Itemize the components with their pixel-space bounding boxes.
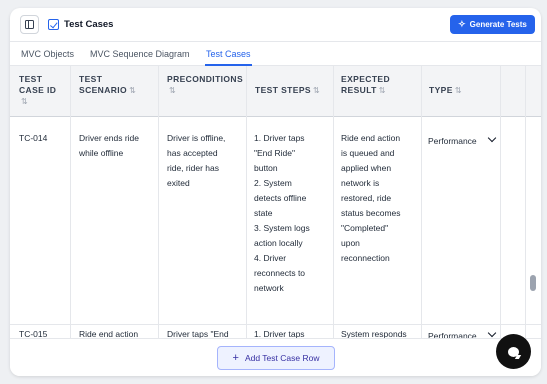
column-header-expected-result[interactable]: EXPECTED RESULT ⇅ [341, 74, 390, 96]
sidebar-toggle-icon[interactable] [20, 15, 39, 34]
chat-bubble-icon [508, 346, 519, 357]
column-divider [421, 66, 422, 338]
test-cases-table: TEST CASE ID ⇅ TEST SCENARIO ⇅ PRECONDITI… [10, 66, 541, 338]
sort-icon[interactable]: ⇅ [379, 86, 386, 95]
magic-wand-icon: ✧ [458, 19, 466, 29]
expected-result-cell[interactable]: Ride end action is queued and applied whe… [341, 131, 401, 266]
test-scenario-cell[interactable]: Driver ends ride while offline [79, 131, 139, 161]
row-divider [10, 324, 541, 325]
column-header-type[interactable]: TYPE ⇅ [429, 85, 462, 96]
plus-icon: + [232, 351, 239, 364]
add-test-case-row-button[interactable]: + Add Test Case Row [217, 346, 335, 370]
generate-tests-button[interactable]: ✧ Generate Tests [450, 15, 535, 34]
panel-header: Test Cases ✧ Generate Tests [10, 8, 541, 42]
column-divider [70, 66, 71, 338]
chat-launcher-button[interactable] [496, 334, 531, 369]
sort-icon[interactable]: ⇅ [169, 86, 176, 95]
test-steps-cell[interactable]: 1. Driver taps "End Ride" button 2. System… [254, 131, 310, 296]
expected-result-cell[interactable]: System responds [341, 327, 407, 338]
tab-test-cases[interactable]: Test Cases [205, 49, 252, 66]
chevron-down-icon[interactable] [487, 328, 497, 338]
test-steps-cell[interactable]: 1. Driver taps [254, 327, 305, 338]
preconditions-cell[interactable]: Driver taps "End [167, 327, 229, 338]
table-header: TEST CASE ID ⇅ TEST SCENARIO ⇅ PRECONDITI… [10, 66, 541, 117]
column-header-test-case-id[interactable]: TEST CASE ID ⇅ [19, 74, 56, 107]
column-header-preconditions[interactable]: PRECONDITIONS ⇅ [167, 74, 243, 96]
column-divider [525, 66, 526, 338]
test-scenario-cell[interactable]: Ride end action [79, 327, 138, 338]
tab-mvc-sequence-diagram[interactable]: MVC Sequence Diagram [90, 49, 190, 59]
page-title: Test Cases [64, 19, 114, 30]
checkbox-icon [48, 19, 59, 30]
tab-bar: MVC Objects MVC Sequence Diagram Test Ca… [10, 42, 541, 66]
sort-icon[interactable]: ⇅ [455, 86, 462, 95]
column-header-test-steps[interactable]: TEST STEPS ⇅ [255, 85, 320, 96]
type-select-value: Performance [428, 136, 477, 146]
test-case-id-cell: TC-015 [19, 329, 48, 338]
test-cases-panel: Test Cases ✧ Generate Tests MVC Objects … [10, 8, 541, 376]
preconditions-cell[interactable]: Driver is offline, has accepted ride, rid… [167, 131, 225, 191]
column-divider [158, 66, 159, 338]
sort-icon[interactable]: ⇅ [313, 86, 320, 95]
column-divider [246, 66, 247, 338]
column-divider [500, 66, 501, 338]
sort-icon[interactable]: ⇅ [21, 97, 28, 106]
column-divider [333, 66, 334, 338]
tab-mvc-objects[interactable]: MVC Objects [21, 49, 74, 59]
sort-icon[interactable]: ⇅ [129, 86, 136, 95]
test-case-id-cell: TC-014 [19, 133, 48, 143]
add-row-label: Add Test Case Row [244, 353, 320, 363]
chevron-down-icon[interactable] [487, 133, 497, 143]
generate-tests-label: Generate Tests [469, 20, 527, 29]
table-footer: + Add Test Case Row [10, 338, 541, 376]
column-header-test-scenario[interactable]: TEST SCENARIO ⇅ [79, 74, 136, 96]
vertical-scrollbar-thumb[interactable] [530, 275, 536, 291]
type-select-value: Performance [428, 331, 477, 338]
